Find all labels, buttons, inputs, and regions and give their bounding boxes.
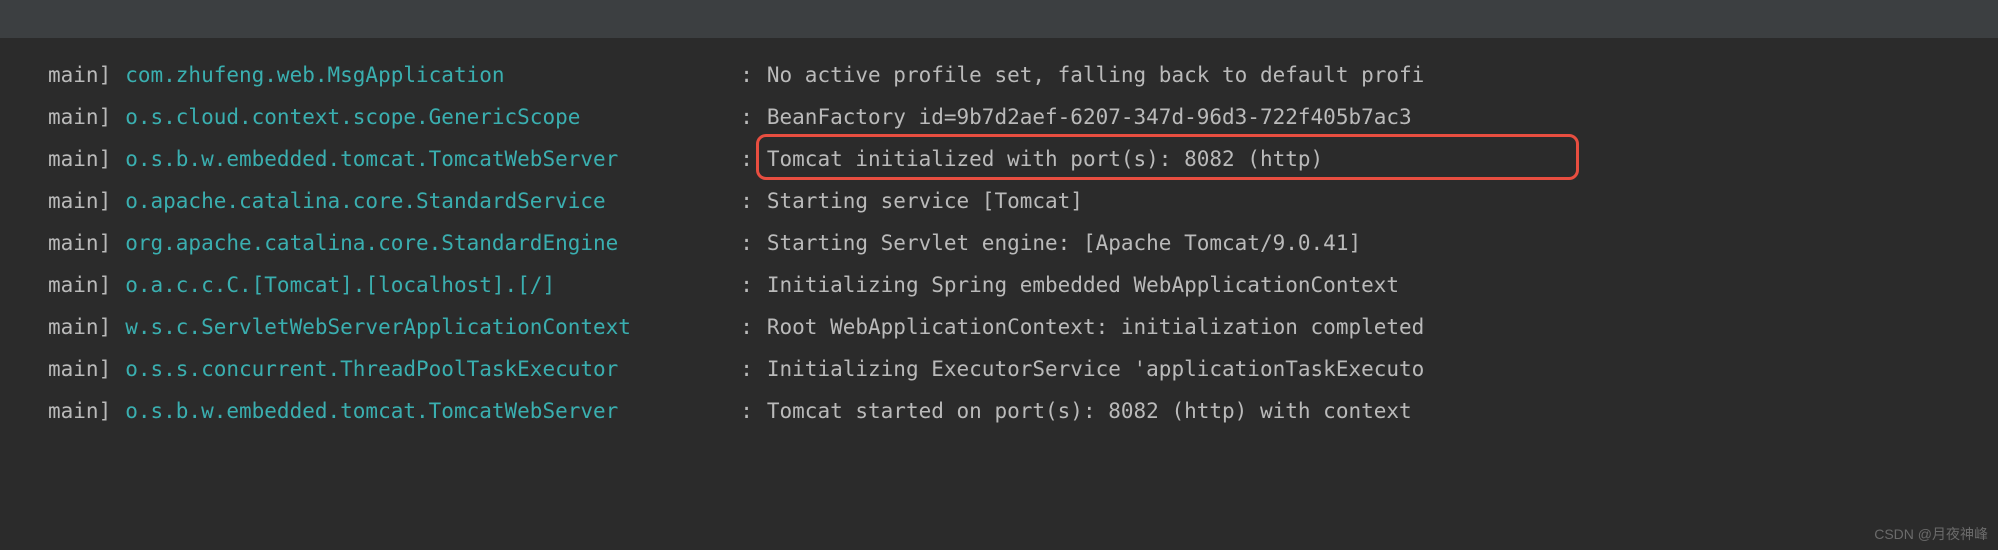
log-separator: : [740, 306, 753, 348]
thread-name: main] [48, 180, 111, 222]
log-message: Tomcat started on port(s): 8082 (http) w… [767, 390, 1412, 432]
log-separator: : [740, 138, 753, 180]
log-container: main] com.zhufeng.web.MsgApplication : N… [0, 38, 1998, 432]
thread-name: main] [48, 306, 111, 348]
log-separator: : [740, 390, 753, 432]
logger-name: org.apache.catalina.core.StandardEngine [125, 231, 618, 255]
logger-name: o.a.c.c.C.[Tomcat].[localhost].[/] [125, 273, 555, 297]
top-bar [0, 0, 1998, 38]
logger-name: o.s.b.w.embedded.tomcat.TomcatWebServer [125, 147, 618, 171]
thread-name: main] [48, 390, 111, 432]
log-message: Starting service [Tomcat] [767, 180, 1083, 222]
log-separator: : [740, 222, 753, 264]
log-line: main] o.s.b.w.embedded.tomcat.TomcatWebS… [48, 390, 1998, 432]
log-message: BeanFactory id=9b7d2aef-6207-347d-96d3-7… [767, 96, 1412, 138]
log-line: main] org.apache.catalina.core.StandardE… [48, 222, 1998, 264]
log-separator: : [740, 54, 753, 96]
log-separator: : [740, 180, 753, 222]
log-line: main] o.s.s.concurrent.ThreadPoolTaskExe… [48, 348, 1998, 390]
log-line: main] o.s.b.w.embedded.tomcat.TomcatWebS… [48, 138, 1998, 180]
thread-name: main] [48, 264, 111, 306]
thread-name: main] [48, 54, 111, 96]
thread-name: main] [48, 222, 111, 264]
log-message: Tomcat initialized with port(s): 8082 (h… [767, 138, 1323, 180]
logger-name: o.s.s.concurrent.ThreadPoolTaskExecutor [125, 357, 618, 381]
logger-name: o.s.b.w.embedded.tomcat.TomcatWebServer [125, 399, 618, 423]
log-line: main] com.zhufeng.web.MsgApplication : N… [48, 54, 1998, 96]
logger-name: o.apache.catalina.core.StandardService [125, 189, 605, 213]
log-separator: : [740, 96, 753, 138]
log-message: Starting Servlet engine: [Apache Tomcat/… [767, 222, 1361, 264]
log-line: main] o.apache.catalina.core.StandardSer… [48, 180, 1998, 222]
logger-name: o.s.cloud.context.scope.GenericScope [125, 105, 580, 129]
thread-name: main] [48, 96, 111, 138]
log-line: main] o.a.c.c.C.[Tomcat].[localhost].[/]… [48, 264, 1998, 306]
log-message: Root WebApplicationContext: initializati… [767, 306, 1424, 348]
thread-name: main] [48, 348, 111, 390]
log-line: main] o.s.cloud.context.scope.GenericSco… [48, 96, 1998, 138]
log-message: No active profile set, falling back to d… [767, 54, 1424, 96]
logger-name: w.s.c.ServletWebServerApplicationContext [125, 315, 631, 339]
log-message: Initializing ExecutorService 'applicatio… [767, 348, 1424, 390]
watermark: CSDN @月夜神峰 [1874, 524, 1988, 544]
log-line: main] w.s.c.ServletWebServerApplicationC… [48, 306, 1998, 348]
logger-name: com.zhufeng.web.MsgApplication [125, 63, 504, 87]
log-separator: : [740, 264, 753, 306]
log-message: Initializing Spring embedded WebApplicat… [767, 264, 1399, 306]
thread-name: main] [48, 138, 111, 180]
log-separator: : [740, 348, 753, 390]
